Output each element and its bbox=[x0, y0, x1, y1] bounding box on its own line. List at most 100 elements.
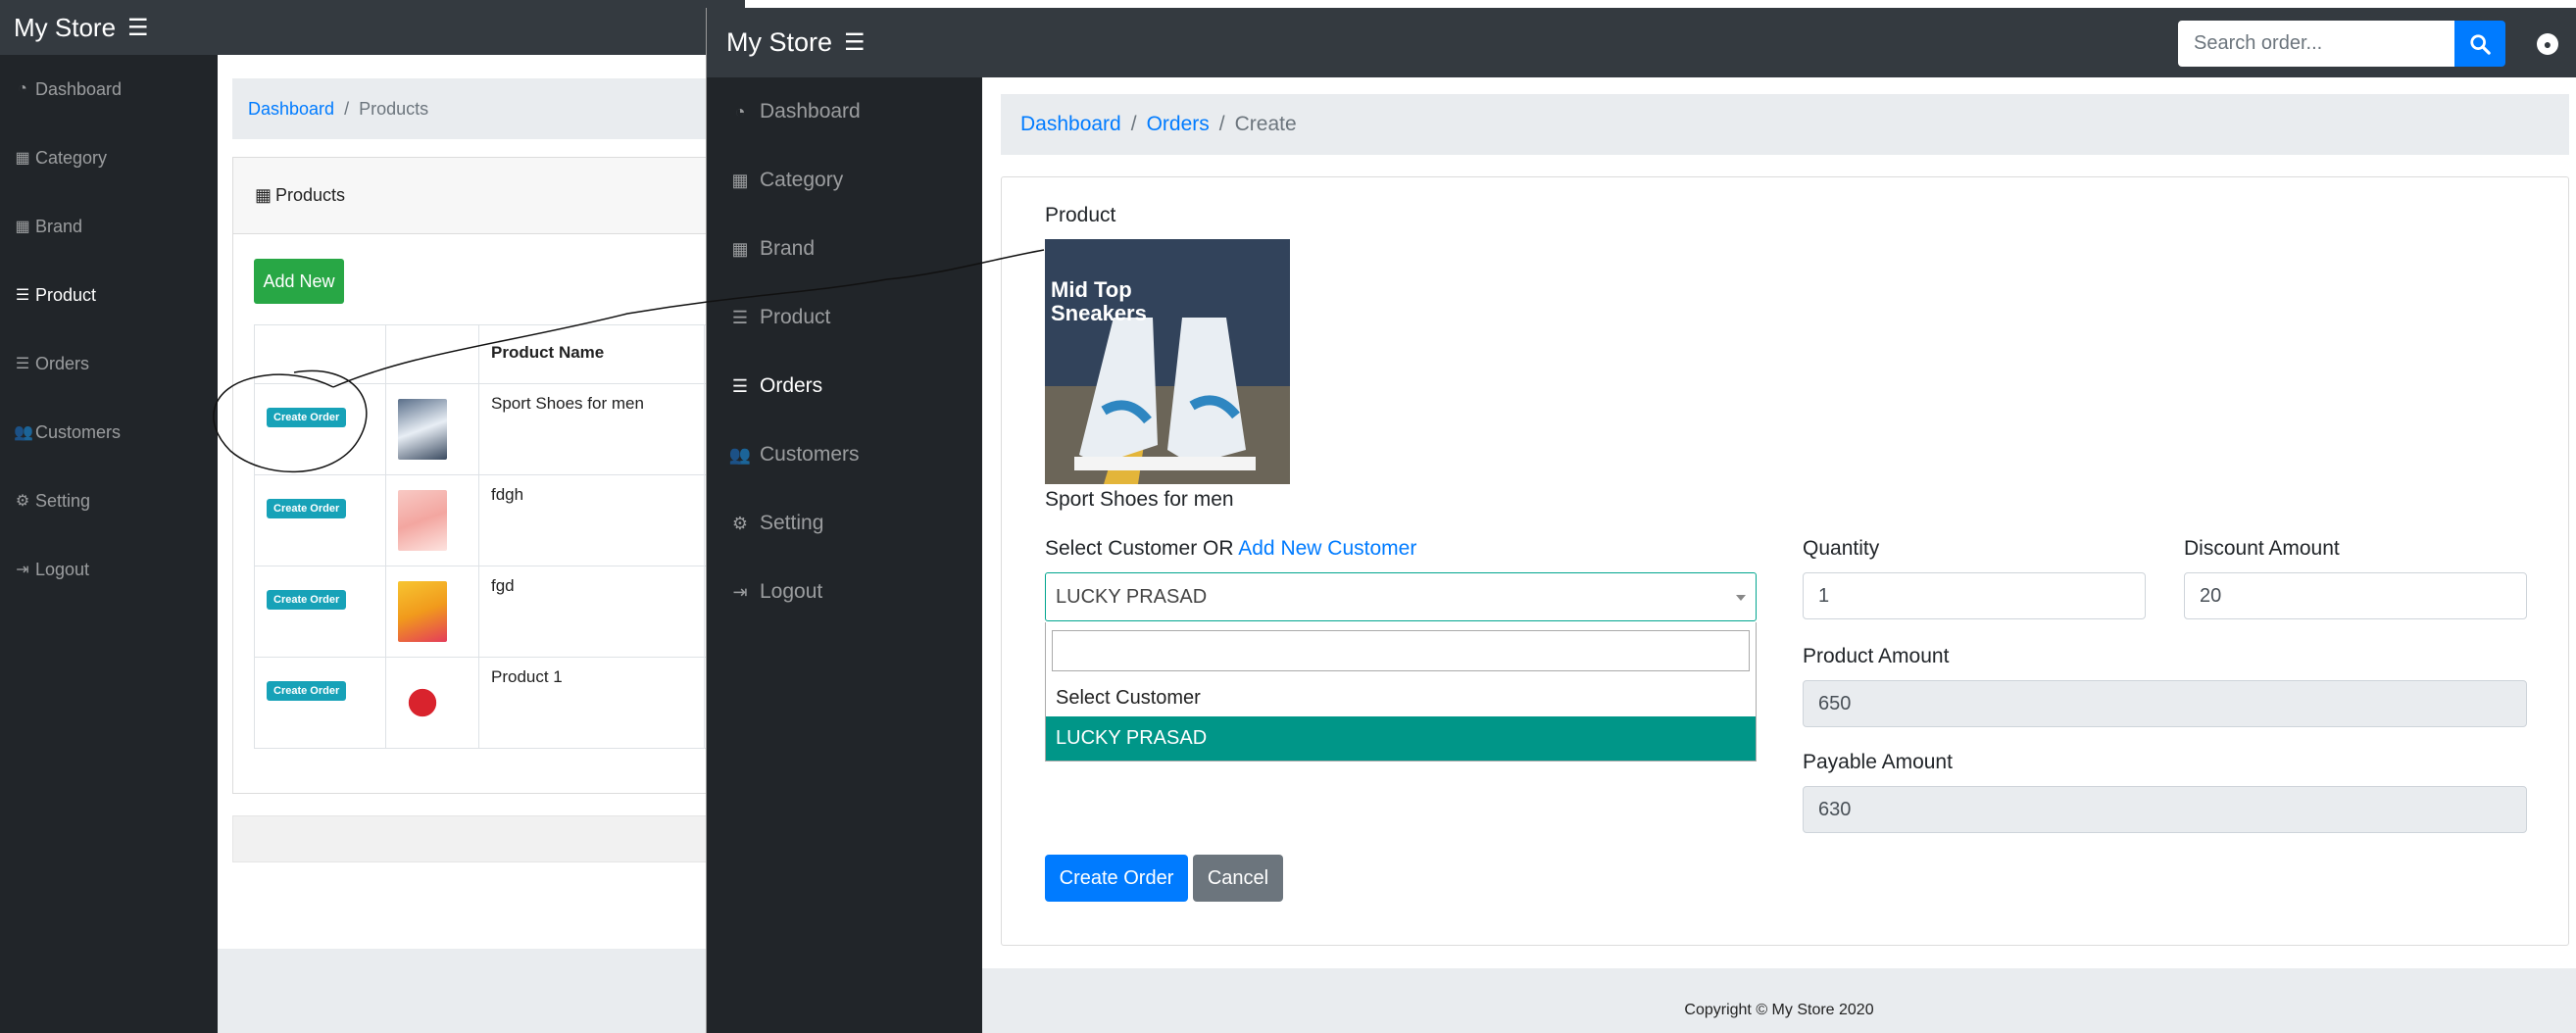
table-icon: ▦ bbox=[15, 219, 30, 235]
brand-title[interactable]: My Store bbox=[726, 27, 832, 58]
discount-input[interactable]: 20 bbox=[2184, 572, 2527, 619]
product-name: Product 1 bbox=[478, 657, 705, 749]
sidebar-item-category[interactable]: ▦ Category bbox=[707, 146, 982, 215]
add-new-button[interactable]: Add New bbox=[254, 259, 344, 304]
sidebar-item-logout[interactable]: ⇥ Logout bbox=[0, 535, 218, 604]
table-header-row: Product Name P bbox=[254, 324, 744, 384]
customer-dropdown: Select Customer LUCKY PRASAD bbox=[1045, 622, 1757, 762]
search-button[interactable] bbox=[2454, 21, 2505, 67]
create-order-button[interactable]: Create Order bbox=[267, 408, 347, 427]
product-image: Mid Top Sneakers bbox=[1045, 239, 1290, 484]
sidebar-item-brand[interactable]: ▦ Brand bbox=[707, 215, 982, 283]
table-row: Create Order Sport Shoes for men s bbox=[254, 383, 744, 475]
breadcrumb-orders-link[interactable]: Orders bbox=[1147, 113, 1210, 136]
tachometer-icon: ◔ bbox=[734, 101, 746, 122]
sidebar-item-orders[interactable]: ☰ Orders bbox=[0, 329, 218, 398]
customer-option[interactable]: Select Customer bbox=[1046, 676, 1756, 720]
user-icon[interactable]: ● bbox=[2537, 33, 2558, 55]
hamburger-icon[interactable]: ☰ bbox=[844, 28, 866, 57]
create-order-button[interactable]: Create Order bbox=[1045, 855, 1188, 902]
product-label: Product bbox=[1045, 204, 1116, 226]
product-amount-field: 650 bbox=[1803, 680, 2527, 727]
list-icon: ☰ bbox=[731, 307, 749, 327]
customer-select[interactable]: LUCKY PRASAD bbox=[1045, 572, 1757, 621]
table-row: Create Order Product 1 S bbox=[254, 657, 744, 749]
hamburger-icon[interactable]: ☰ bbox=[127, 14, 149, 42]
sidebar-item-orders[interactable]: ☰ Orders bbox=[707, 352, 982, 420]
breadcrumb-dashboard-link[interactable]: Dashboard bbox=[1020, 113, 1121, 136]
sign-out-icon: ⇥ bbox=[732, 581, 748, 602]
list-icon: ☰ bbox=[15, 356, 30, 372]
quantity-input[interactable]: 1 bbox=[1803, 572, 2146, 619]
sidebar-item-logout[interactable]: ⇥ Logout bbox=[707, 558, 982, 626]
product-thumbnail bbox=[398, 672, 447, 733]
create-order-window: My Store ☰ Search order... ● ◔ Dashboard … bbox=[706, 8, 2576, 1033]
dropdown-arrow-icon bbox=[1736, 595, 1746, 601]
gear-icon: ⚙ bbox=[15, 493, 30, 510]
sidebar-item-product[interactable]: ☰ Product bbox=[707, 283, 982, 352]
product-name: fdgh bbox=[478, 474, 705, 566]
table-icon: ▦ bbox=[15, 150, 30, 167]
card-title: Products bbox=[275, 185, 346, 205]
product-name: fgd bbox=[478, 566, 705, 658]
copyright-text: Copyright © My Store 2020 bbox=[1684, 1002, 1874, 1018]
sidebar-item-customers[interactable]: 👥 Customers bbox=[707, 420, 982, 489]
list-icon: ☰ bbox=[731, 375, 749, 396]
sidebar: ◔ Dashboard ▦ Category ▦ Brand ☰ Product ☰ Or… bbox=[707, 77, 982, 1033]
breadcrumb-current: Products bbox=[359, 98, 429, 119]
product-name: Sport Shoes for men bbox=[478, 383, 705, 475]
list-icon: ☰ bbox=[15, 287, 30, 304]
table-icon: ▦ bbox=[731, 170, 749, 190]
search-input[interactable]: Search order... bbox=[2178, 21, 2454, 67]
product-thumbnail bbox=[398, 490, 447, 551]
discount-label: Discount Amount bbox=[2184, 537, 2340, 560]
cancel-button[interactable]: Cancel bbox=[1193, 855, 1283, 902]
users-icon: 👥 bbox=[728, 444, 752, 465]
customer-select-value: LUCKY PRASAD bbox=[1056, 585, 1208, 608]
sidebar-item-dashboard[interactable]: ◔ Dashboard bbox=[707, 77, 982, 146]
breadcrumb-dashboard-link[interactable]: Dashboard bbox=[248, 99, 334, 120]
product-thumbnail bbox=[398, 581, 447, 642]
users-icon: 👥 bbox=[14, 424, 33, 441]
sidebar-item-brand[interactable]: ▦ Brand bbox=[0, 192, 218, 261]
table-row: Create Order fdgh f bbox=[254, 474, 744, 566]
customer-search-input[interactable] bbox=[1052, 630, 1750, 671]
create-order-button[interactable]: Create Order bbox=[267, 499, 347, 518]
column-header-product-name: Product Name bbox=[478, 324, 705, 384]
top-navbar: My Store ☰ bbox=[0, 0, 745, 55]
create-order-button[interactable]: Create Order bbox=[267, 681, 347, 701]
card-footer-strip bbox=[232, 815, 745, 862]
customer-label-text: Select Customer OR bbox=[1045, 537, 1234, 560]
sidebar-item-setting[interactable]: ⚙ Setting bbox=[0, 467, 218, 535]
sidebar: ◔ Dashboard ▦ Category ▦ Brand ☰ Product ☰ Or… bbox=[0, 55, 218, 1033]
sidebar-item-setting[interactable]: ⚙ Setting bbox=[707, 489, 982, 558]
products-card: ▦ Products Add New Product Name P Create… bbox=[232, 157, 745, 794]
customer-label: Select Customer OR Add New Customer bbox=[1045, 537, 1416, 561]
breadcrumb: Dashboard / Products bbox=[232, 78, 745, 139]
product-amount-label: Product Amount bbox=[1803, 645, 1950, 667]
payable-amount-label: Payable Amount bbox=[1803, 751, 1953, 773]
sidebar-item-category[interactable]: ▦ Category bbox=[0, 123, 218, 192]
breadcrumb-separator: / bbox=[1218, 113, 1225, 135]
products-table: Product Name P Create Order Sport Shoes … bbox=[254, 324, 744, 749]
brand-title[interactable]: My Store bbox=[14, 13, 116, 43]
sidebar-item-product[interactable]: ☰ Product bbox=[0, 261, 218, 329]
card-header: ▦ Products bbox=[233, 158, 744, 234]
customer-option-selected[interactable]: LUCKY PRASAD bbox=[1046, 716, 1756, 761]
sidebar-item-customers[interactable]: 👥 Customers bbox=[0, 398, 218, 467]
breadcrumb-separator: / bbox=[1130, 113, 1137, 135]
page-footer bbox=[218, 949, 745, 1033]
page-footer: Copyright © My Store 2020 bbox=[982, 968, 2576, 1033]
breadcrumb: Dashboard / Orders / Create bbox=[1001, 94, 2569, 155]
product-image-caption: Mid Top Sneakers bbox=[1051, 277, 1147, 326]
add-new-customer-link[interactable]: Add New Customer bbox=[1238, 537, 1416, 560]
product-thumbnail bbox=[398, 399, 447, 460]
breadcrumb-separator: / bbox=[344, 98, 350, 119]
column-header bbox=[254, 324, 386, 384]
table-row: Create Order fgd f bbox=[254, 566, 744, 658]
top-navbar: My Store ☰ Search order... ● bbox=[707, 8, 2576, 77]
sidebar-item-dashboard[interactable]: ◔ Dashboard bbox=[0, 55, 218, 123]
search-form: Search order... bbox=[2178, 21, 2505, 67]
create-order-button[interactable]: Create Order bbox=[267, 590, 347, 610]
table-icon: ▦ bbox=[731, 238, 749, 259]
